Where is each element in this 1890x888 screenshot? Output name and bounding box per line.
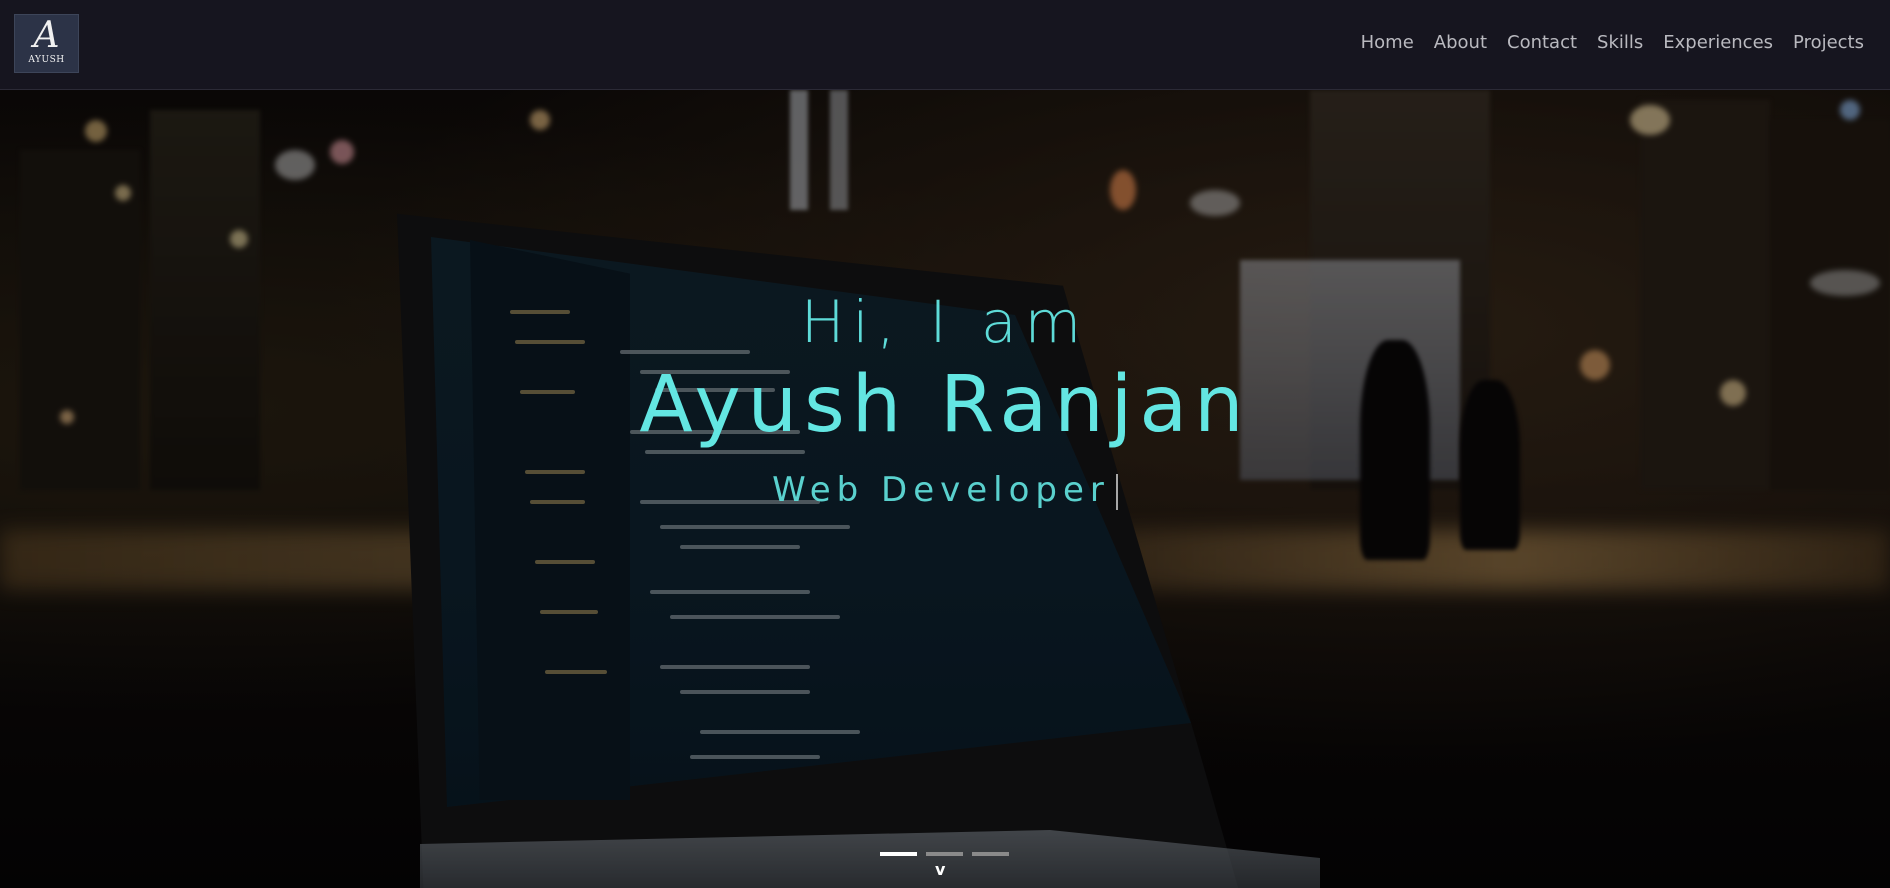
carousel-indicator-1[interactable] [880, 852, 917, 856]
nav-link-about[interactable]: About [1434, 32, 1487, 53]
nav-link-home[interactable]: Home [1361, 32, 1414, 53]
chevron-down-icon[interactable]: v [935, 860, 945, 879]
logo[interactable]: A AYUSH [14, 14, 79, 73]
nav-link-projects[interactable]: Projects [1793, 32, 1864, 53]
carousel-indicator-3[interactable] [972, 852, 1009, 856]
carousel-indicator-2[interactable] [926, 852, 963, 856]
nav-link-contact[interactable]: Contact [1507, 32, 1577, 53]
hero-section: Hi, I am Ayush Ranjan Web Developer v [0, 90, 1890, 888]
typing-cursor [1115, 473, 1118, 510]
hero-greeting: Hi, I am [800, 288, 1090, 356]
hero-name: Ayush Ranjan [639, 360, 1251, 450]
hero-role-text: Web Developer [772, 470, 1110, 510]
navbar: A AYUSH Home About Contact Skills Experi… [0, 0, 1890, 90]
logo-letter: A [33, 15, 60, 56]
nav-link-experiences[interactable]: Experiences [1663, 32, 1773, 53]
nav-links: Home About Contact Skills Experiences Pr… [1361, 32, 1864, 53]
hero-role: Web Developer [0, 470, 1890, 510]
nav-link-skills[interactable]: Skills [1597, 32, 1643, 53]
carousel-indicators [880, 852, 1009, 856]
logo-name: AYUSH [28, 55, 65, 65]
hero-text: Hi, I am Ayush Ranjan Web Developer [0, 90, 1890, 888]
